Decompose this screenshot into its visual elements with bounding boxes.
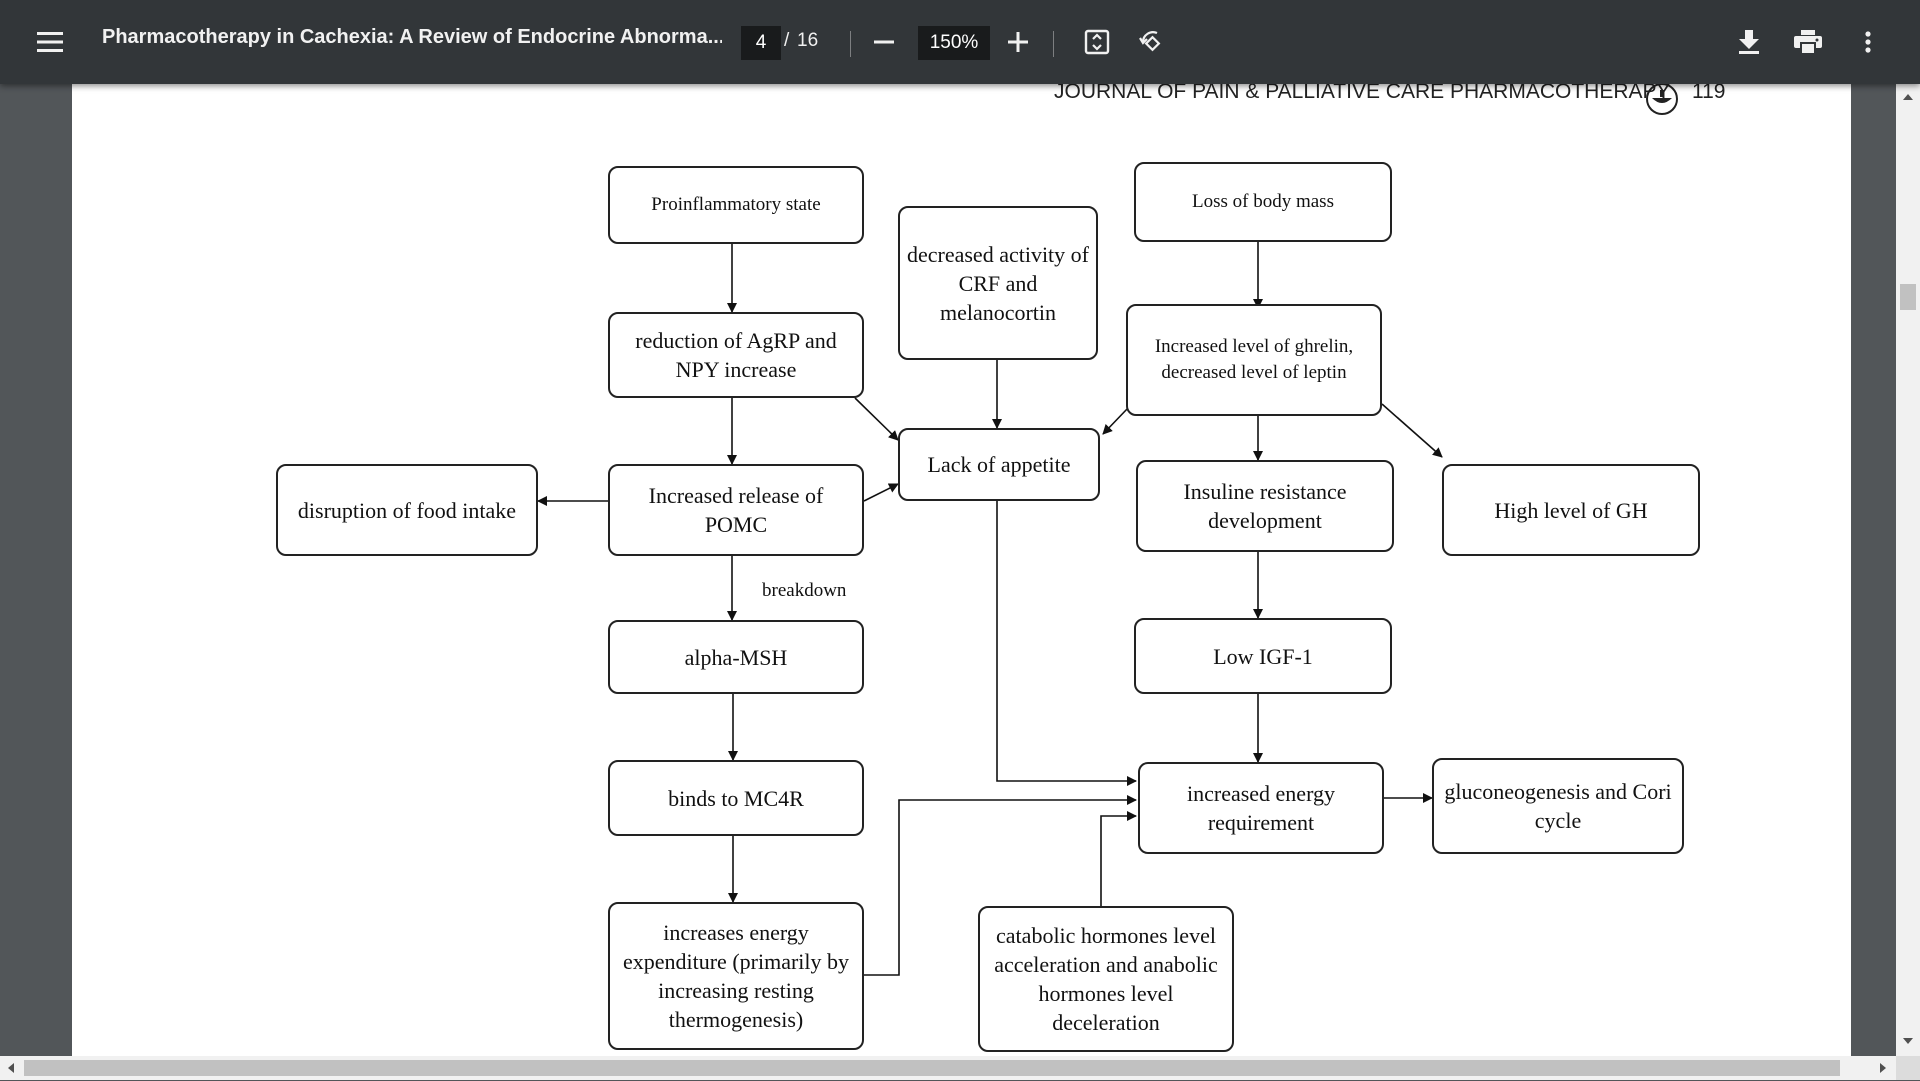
more-options-button[interactable] xyxy=(1846,20,1890,64)
zoom-in-button[interactable] xyxy=(996,20,1040,64)
connector-ghrelin-appetite xyxy=(1102,407,1129,435)
fit-to-page-icon xyxy=(1084,29,1110,55)
document-title: Pharmacotherapy in Cachexia: A Review of… xyxy=(102,26,722,48)
connector-agrp-appetite xyxy=(854,397,899,441)
horizontal-scrollbar[interactable] xyxy=(0,1056,1896,1080)
node-catabolic-hormones: catabolic hormones level acceleration an… xyxy=(978,906,1234,1052)
node-agrp-npy: reduction of AgRP and NPY increase xyxy=(608,312,864,398)
page-number-input[interactable] xyxy=(741,26,781,60)
node-insulin-resistance: Insuline resistance development xyxy=(1136,460,1394,552)
node-mc4r: binds to MC4R xyxy=(608,760,864,836)
node-low-igf1: Low IGF-1 xyxy=(1134,618,1392,694)
node-pomc: Increased release of POMC xyxy=(608,464,864,556)
node-proinflammatory-state: Proinflammatory state xyxy=(608,166,864,244)
horizontal-scroll-thumb[interactable] xyxy=(24,1060,1840,1076)
scroll-right-arrow-icon[interactable] xyxy=(1876,1060,1890,1076)
zoom-level-input[interactable] xyxy=(918,26,990,60)
pdf-toolbar: Pharmacotherapy in Cachexia: A Review of… xyxy=(0,0,1920,84)
fit-to-page-button[interactable] xyxy=(1074,20,1120,64)
label-breakdown: breakdown xyxy=(762,580,847,601)
vertical-scrollbar[interactable] xyxy=(1896,84,1920,1056)
print-icon xyxy=(1794,30,1822,54)
scroll-down-arrow-icon[interactable] xyxy=(1896,1034,1920,1048)
connector-catabolic-requirement xyxy=(1100,811,1137,906)
page-separator: / xyxy=(784,30,790,51)
vertical-scroll-thumb[interactable] xyxy=(1900,284,1916,310)
minus-icon xyxy=(874,40,894,44)
page-total: 16 xyxy=(797,30,819,51)
node-gluconeogenesis: gluconeogenesis and Cori cycle xyxy=(1432,758,1684,854)
zoom-out-button[interactable] xyxy=(862,20,906,64)
node-ghrelin-leptin: Increased level of ghrelin, decreased le… xyxy=(1126,304,1382,416)
toolbar-divider xyxy=(850,31,851,57)
rotate-counterclockwise-icon xyxy=(1139,31,1161,52)
connector-appetite-requirement xyxy=(996,501,1137,786)
connector-ghrelin-gh xyxy=(1381,403,1443,458)
scroll-left-arrow-icon[interactable] xyxy=(4,1060,18,1076)
toolbar-divider xyxy=(1053,31,1054,57)
scroll-up-arrow-icon[interactable] xyxy=(1896,90,1920,104)
scrollbar-corner xyxy=(1896,1056,1920,1080)
download-icon xyxy=(1739,30,1759,54)
node-high-gh: High level of GH xyxy=(1442,464,1700,556)
download-button[interactable] xyxy=(1726,20,1772,64)
hamburger-menu-icon[interactable] xyxy=(26,18,74,66)
node-loss-body-mass: Loss of body mass xyxy=(1134,162,1392,242)
connector-pomc-appetite xyxy=(863,483,899,502)
node-lack-of-appetite: Lack of appetite xyxy=(898,428,1100,501)
node-alpha-msh: alpha-MSH xyxy=(608,620,864,694)
node-increased-energy-requirement: increased energy requirement xyxy=(1138,762,1384,854)
node-energy-expenditure: increases energy expenditure (primarily … xyxy=(608,902,864,1050)
rotate-button[interactable] xyxy=(1128,20,1174,64)
node-crf-melanocortin: decreased activity of CRF and melanocort… xyxy=(898,206,1098,360)
pdf-page: JOURNAL OF PAIN & PALLIATIVE CARE PHARMA… xyxy=(72,84,1851,1056)
print-button[interactable] xyxy=(1784,20,1832,64)
node-disruption-food-intake: disruption of food intake xyxy=(276,464,538,556)
plus-icon xyxy=(1008,32,1028,52)
more-vertical-icon xyxy=(1865,31,1871,53)
